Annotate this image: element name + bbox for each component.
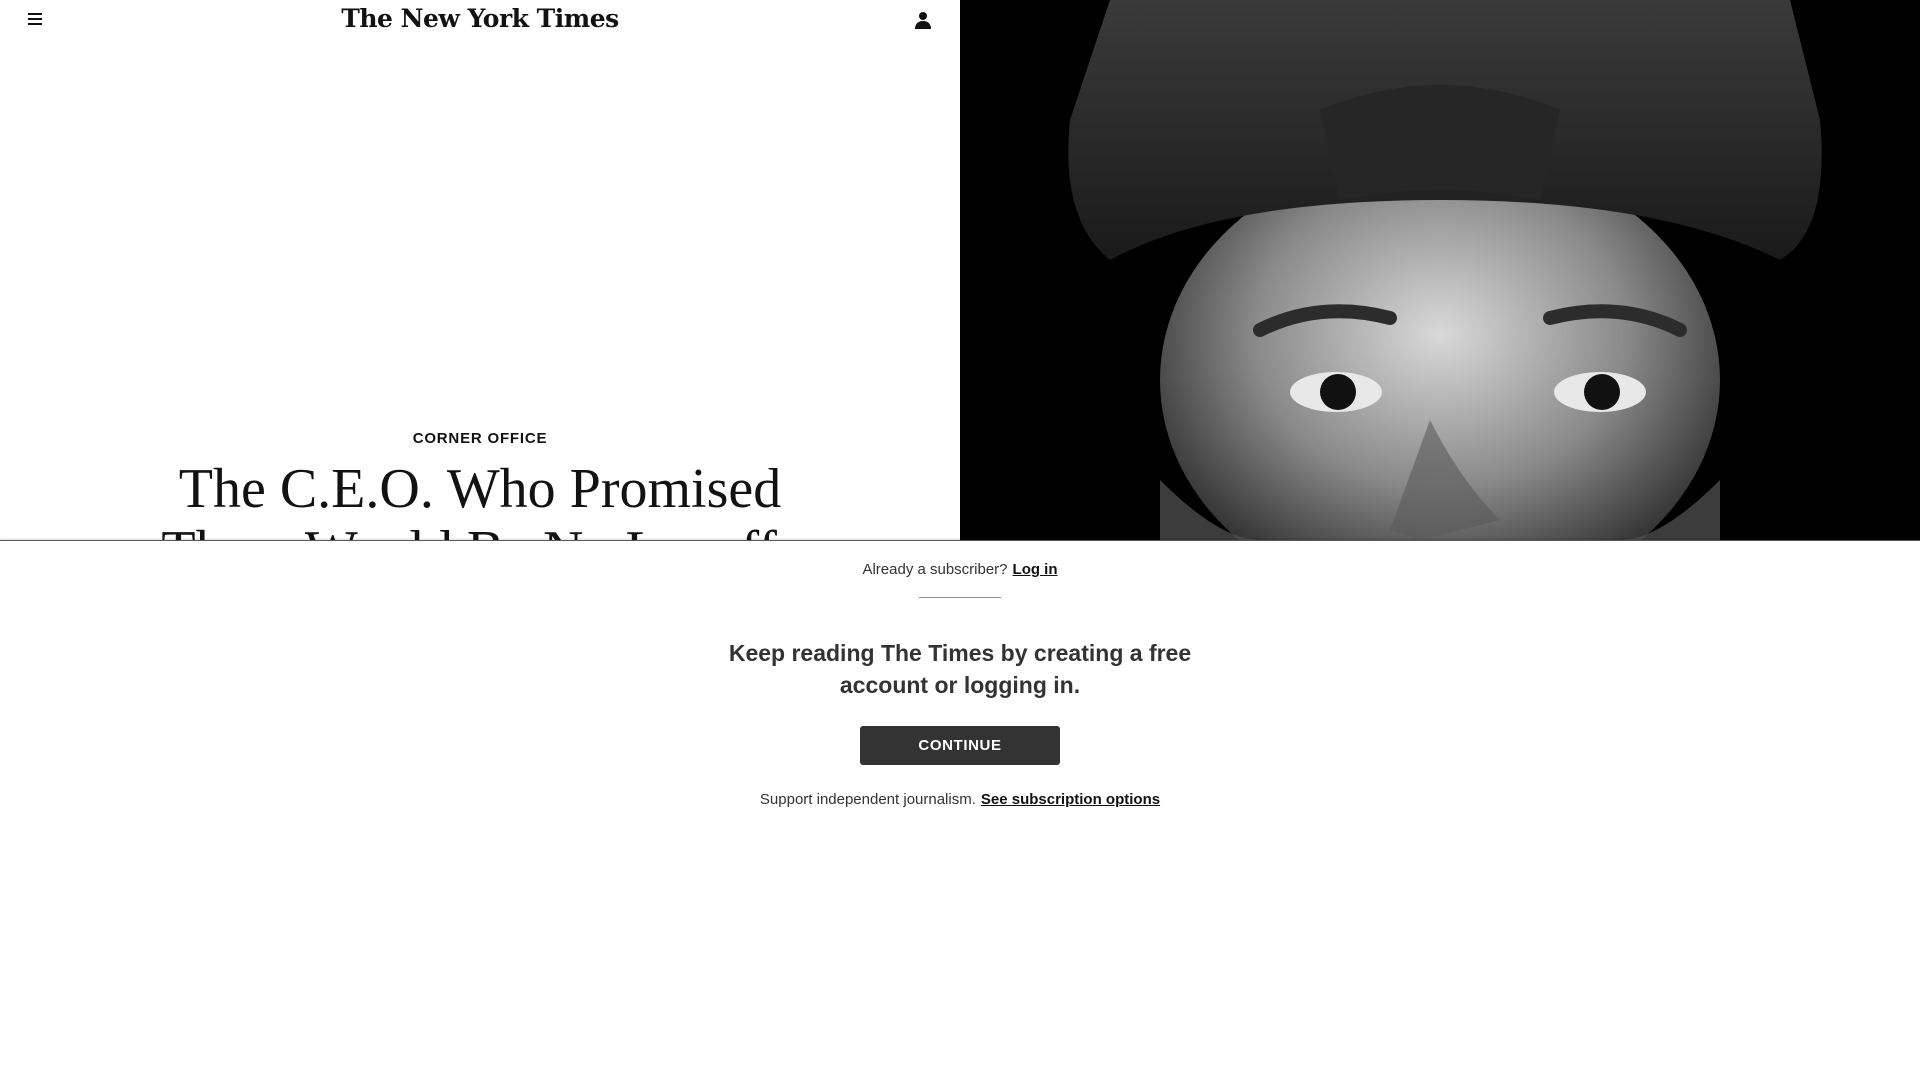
login-link[interactable]: Log in: [1013, 561, 1058, 578]
support-text: Support independent journalism.: [759, 791, 976, 808]
top-bar: The New York Times: [0, 0, 960, 40]
article-headline: The C.E.O. Who Promised There Would Be N…: [161, 458, 798, 540]
already-subscriber-line: Already a subscriber? Log in: [0, 561, 1920, 578]
support-line: Support independent journalism. See subsc…: [0, 791, 1920, 808]
page: The New York Times CORNER OFFICE The C.E…: [0, 0, 1920, 1080]
keep-reading-message: Keep reading The Times by creating a fre…: [728, 640, 1192, 698]
person-icon-svg: [915, 12, 931, 29]
portrait-image: [960, 0, 1920, 540]
divider: [919, 597, 1001, 598]
continue-button[interactable]: CONTINUE: [860, 726, 1060, 765]
lead-photo: [960, 0, 1920, 540]
section-kicker[interactable]: CORNER OFFICE: [0, 430, 960, 447]
person-icon[interactable]: [913, 10, 933, 30]
already-subscriber-text: Already a subscriber?: [862, 561, 1008, 578]
subscription-options-link[interactable]: See subscription options: [981, 791, 1160, 808]
paywall-panel: Already a subscriber? Log in Keep reading…: [0, 540, 1920, 1080]
article-header: The New York Times CORNER OFFICE The C.E…: [0, 0, 960, 540]
nyt-logo[interactable]: The New York Times: [0, 4, 960, 33]
